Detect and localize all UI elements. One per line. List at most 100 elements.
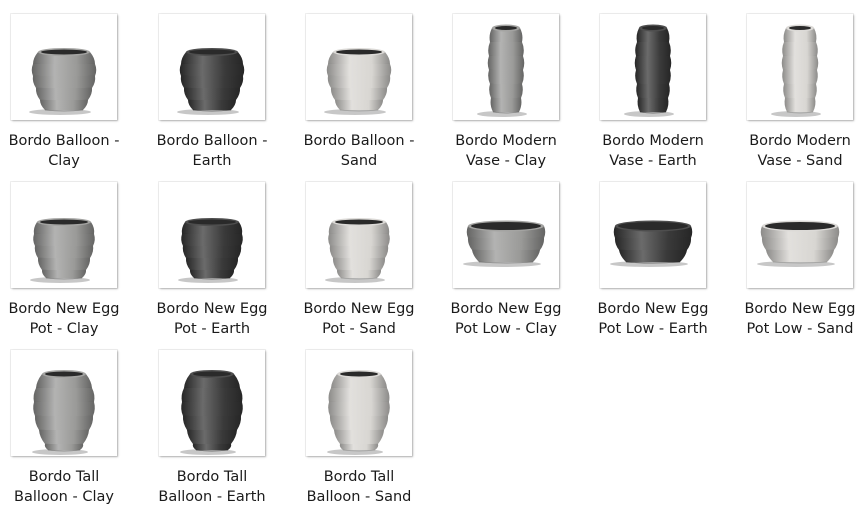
pot-band [192, 444, 232, 450]
file-name[interactable]: Bordo New Egg Pot - Sand [290, 299, 428, 339]
pot-band [181, 388, 243, 402]
pot-band [614, 238, 692, 250]
file-item[interactable]: Bordo Modern Vase - Sand [731, 14, 868, 178]
vase-thumbnail[interactable] [453, 14, 559, 120]
egg-pot-thumbnail[interactable] [159, 182, 265, 288]
pot-image [624, 24, 674, 117]
file-grid: Bordo Balloon - Clay Bordo Balloon - Eart… [0, 0, 868, 517]
pot-opening [642, 26, 664, 30]
file-item[interactable]: Bordo New Egg Pot Low - Clay [437, 182, 577, 346]
pot-band [784, 98, 816, 112]
pot-band [182, 246, 242, 258]
pot-band [31, 64, 97, 76]
pot-band [188, 100, 236, 110]
pot-opening [340, 371, 378, 377]
file-item[interactable]: Bordo Modern Vase - Earth [584, 14, 724, 178]
pot-image [324, 48, 392, 115]
file-name[interactable]: Bordo Modern Vase - Clay [437, 131, 575, 171]
file-name[interactable]: Bordo New Egg Pot Low - Earth [584, 299, 722, 339]
pot-band [766, 250, 834, 262]
file-name[interactable]: Bordo Modern Vase - Earth [584, 131, 722, 171]
file-name[interactable]: Bordo Tall Balloon - Clay [0, 467, 133, 507]
pot-band [328, 234, 390, 246]
pot-image [177, 48, 245, 115]
file-item[interactable]: Bordo New Egg Pot - Sand [290, 182, 430, 346]
pot-band [33, 388, 95, 402]
pot-band [330, 88, 388, 100]
file-item[interactable]: Bordo Tall Balloon - Clay [0, 350, 135, 514]
pot-opening [336, 49, 382, 55]
file-item[interactable]: Bordo Balloon - Sand [290, 14, 430, 178]
vase-thumbnail[interactable] [747, 14, 853, 120]
pot-band [332, 258, 386, 270]
pot-band [761, 238, 839, 250]
pot-band [467, 238, 545, 250]
file-name[interactable]: Bordo Balloon - Sand [290, 131, 428, 171]
pot-band [39, 430, 89, 444]
pot-band [328, 388, 390, 402]
file-name[interactable]: Bordo New Egg Pot Low - Clay [437, 299, 575, 339]
pot-band [328, 402, 390, 416]
pot-band [487, 56, 525, 70]
pot-band [33, 402, 95, 416]
pot-band [339, 444, 379, 450]
file-item[interactable]: Bordo Modern Vase - Clay [437, 14, 577, 178]
pot-opening [40, 219, 88, 225]
file-item[interactable]: Bordo New Egg Pot Low - Sand [731, 182, 868, 346]
file-name[interactable]: Bordo Balloon - Earth [143, 131, 281, 171]
pot-band [488, 70, 524, 84]
pot-band [488, 42, 524, 56]
balloon-pot-thumbnail[interactable] [11, 14, 117, 120]
file-item[interactable]: Bordo Tall Balloon - Sand [290, 350, 430, 514]
low-bowl-pot-thumbnail[interactable] [600, 182, 706, 288]
file-item[interactable]: Bordo Tall Balloon - Earth [143, 350, 283, 514]
pot-band [187, 430, 237, 444]
file-name[interactable]: Bordo New Egg Pot - Clay [0, 299, 133, 339]
pot-band [490, 98, 522, 112]
pot-band [182, 416, 242, 430]
tall-balloon-pot-thumbnail[interactable] [306, 350, 412, 456]
file-name[interactable]: Bordo Tall Balloon - Sand [290, 467, 428, 507]
pot-image [757, 220, 840, 267]
file-item[interactable]: Bordo Balloon - Earth [143, 14, 283, 178]
pot-band [33, 234, 95, 246]
pot-opening [765, 222, 835, 230]
low-bowl-pot-thumbnail[interactable] [747, 182, 853, 288]
pot-band [635, 70, 671, 84]
file-name[interactable]: Bordo Tall Balloon - Earth [143, 467, 281, 507]
file-item[interactable]: Bordo Balloon - Clay [0, 14, 135, 178]
pot-opening [41, 49, 87, 55]
tall-balloon-pot-thumbnail[interactable] [11, 350, 117, 456]
pot-band [335, 100, 383, 110]
file-name[interactable]: Bordo New Egg Pot Low - Sand [731, 299, 868, 339]
low-bowl-pot-thumbnail[interactable] [453, 182, 559, 288]
pot-band [179, 64, 245, 76]
pot-band [183, 88, 241, 100]
pot-band [35, 88, 93, 100]
pot-image [178, 218, 243, 283]
pot-band [637, 98, 669, 112]
pot-image [610, 220, 693, 267]
egg-pot-thumbnail[interactable] [11, 182, 117, 288]
balloon-pot-thumbnail[interactable] [159, 14, 265, 120]
vase-thumbnail[interactable] [600, 14, 706, 120]
egg-pot-thumbnail[interactable] [306, 182, 412, 288]
file-item[interactable]: Bordo New Egg Pot Low - Earth [584, 182, 724, 346]
pot-band [636, 84, 670, 98]
pot-opening [193, 371, 231, 377]
file-item[interactable]: Bordo New Egg Pot - Clay [0, 182, 135, 346]
file-name[interactable]: Bordo New Egg Pot - Earth [143, 299, 281, 339]
file-name[interactable]: Bordo Balloon - Clay [0, 131, 133, 171]
file-name[interactable]: Bordo Modern Vase - Sand [731, 131, 868, 171]
pot-band [634, 56, 672, 70]
pot-band [329, 416, 389, 430]
balloon-pot-thumbnail[interactable] [306, 14, 412, 120]
file-item[interactable]: Bordo New Egg Pot - Earth [143, 182, 283, 346]
pot-image [327, 370, 390, 455]
pot-band [32, 76, 96, 88]
pot-band [782, 70, 818, 84]
pot-image [477, 24, 527, 117]
tall-balloon-pot-thumbnail[interactable] [159, 350, 265, 456]
pot-band [41, 270, 87, 278]
pot-band [34, 246, 94, 258]
